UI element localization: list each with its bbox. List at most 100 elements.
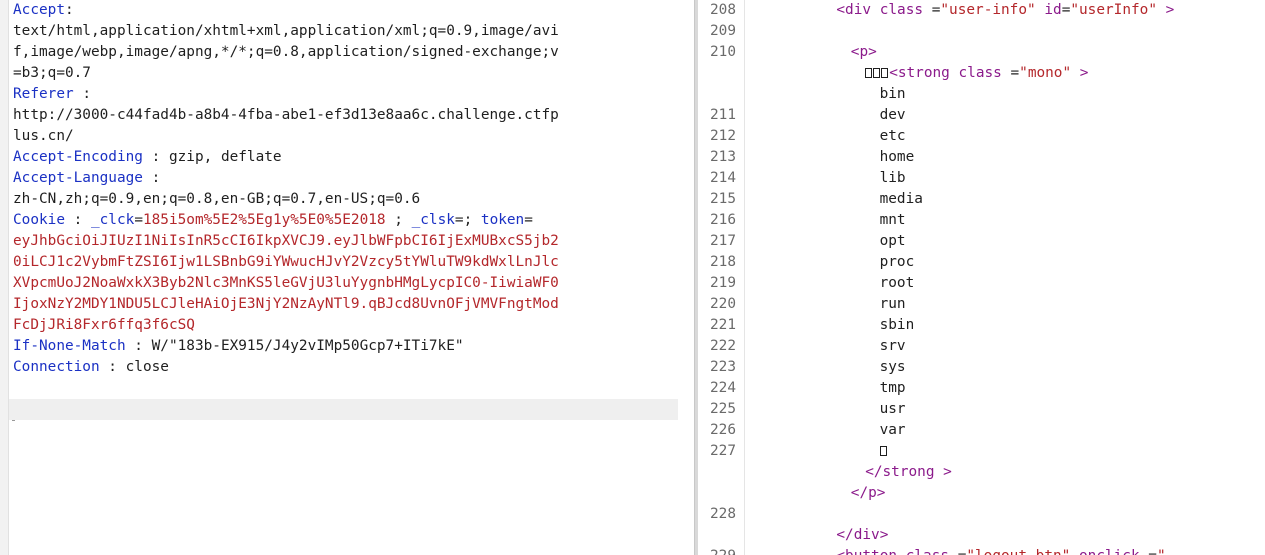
attr-name: class [879, 2, 924, 18]
line-number: 228 [710, 506, 736, 522]
line-number: 218 [710, 254, 736, 270]
code-line: <p> [851, 42, 877, 63]
text-cursor [12, 420, 15, 421]
request-line: eyJhbGciOiJIUzI1NiIsInR5cCI6IkpXVCJ9.eyJ… [13, 231, 683, 252]
code-text: mnt [879, 212, 906, 228]
attr-value: "user-info" [940, 2, 1036, 18]
code-line: usr [880, 399, 906, 420]
request-editor-pane[interactable]: Accept: text/html,application/xhtml+xml,a… [0, 0, 694, 555]
header-text: f,image/webp,image/apng,*/*;q=0.8,applic… [13, 44, 559, 60]
code-text: proc [879, 254, 915, 270]
request-line: If-None-Match : W/"183b-EX915/J4y2vIMp50… [13, 336, 683, 357]
attr-name: class [958, 65, 1002, 81]
current-line-highlight [9, 399, 678, 420]
line-number: 225 [710, 401, 736, 417]
header-text: =; [454, 212, 481, 228]
header-text: lus.cn/ [13, 128, 74, 144]
code-line: <div class ="user-info" id="userInfo" > [836, 0, 1174, 21]
line-number: 226 [710, 422, 736, 438]
cookie-value: eyJhbGciOiJIUzI1NiIsInR5cCI6IkpXVCJ9.eyJ… [13, 233, 559, 249]
code-line: root [880, 273, 915, 294]
code-text: dev [879, 107, 906, 123]
code-line: home [880, 147, 915, 168]
line-number: 222 [710, 338, 736, 354]
request-line: Referer : [13, 84, 683, 105]
line-number: 211 [710, 107, 736, 123]
code-text: run [879, 296, 906, 312]
request-line: Accept-Encoding : gzip, deflate [13, 147, 683, 168]
request-text[interactable]: Accept: text/html,application/xhtml+xml,a… [13, 0, 683, 378]
line-number: 220 [710, 296, 736, 312]
html-tag: <div [836, 2, 880, 18]
cookie-name: _clck [90, 212, 135, 228]
request-line: http://3000-c44fad4b-a8b4-4fba-abe1-ef3d… [13, 105, 683, 126]
request-line: Accept-Language : [13, 168, 683, 189]
cookie-value: FcDjJRi8Fxr6ffq3f6cSQ [13, 317, 195, 333]
unprintable-char-box [879, 446, 887, 456]
header-text: zh-CN,zh;q=0.9,en;q=0.8,en-GB;q=0.7,en-U… [13, 191, 421, 207]
code-line: etc [880, 126, 906, 147]
request-line: =b3;q=0.7 [13, 63, 683, 84]
code-line: sbin [880, 315, 915, 336]
code-line: mnt [880, 210, 906, 231]
code-text: etc [879, 128, 906, 144]
code-line: lib [880, 168, 906, 189]
header-name: Referer [13, 86, 74, 102]
response-editor-pane[interactable]: 208 209 210 211 212 213 214 215 216 217 218 219 220 2… [698, 0, 1265, 555]
code-text: = [1001, 65, 1020, 81]
header-text: = [134, 212, 143, 228]
cookie-name: _clsk [411, 212, 455, 228]
code-line: <strong class ="mono" > [865, 63, 1088, 84]
line-number: 229 [698, 546, 736, 555]
line-number: 223 [710, 359, 736, 375]
header-text: : gzip, deflate [142, 149, 282, 165]
html-tag: <p> [850, 44, 877, 60]
header-text: : close [99, 359, 169, 375]
line-number: 215 [710, 191, 736, 207]
code-line: opt [880, 231, 906, 252]
code-text: lib [879, 170, 906, 186]
line-number: 224 [710, 380, 736, 396]
code-line: </p> [851, 483, 886, 504]
header-name: Cookie [13, 212, 65, 228]
unprintable-char-box [865, 68, 873, 78]
code-line: var [880, 420, 906, 441]
code-line: bin [880, 84, 906, 105]
header-text: text/html,application/xhtml+xml,applicat… [13, 23, 559, 39]
code-text: srv [879, 338, 906, 354]
line-number: 216 [710, 212, 736, 228]
html-tag: > [1071, 65, 1089, 81]
line-number: 221 [710, 317, 736, 333]
header-text: : [64, 212, 91, 228]
request-line: lus.cn/ [13, 126, 683, 147]
cookie-name: token [480, 212, 525, 228]
line-number: 214 [710, 170, 736, 186]
code-text: home [879, 149, 915, 165]
line-number: 217 [710, 233, 736, 249]
line-number: 212 [710, 128, 736, 144]
html-tag: </p> [850, 485, 886, 501]
code-text: = [1140, 548, 1157, 555]
header-name: Accept [13, 2, 65, 18]
header-text: =b3;q=0.7 [13, 65, 91, 81]
code-line: proc [880, 252, 915, 273]
code-text: media [879, 191, 923, 207]
code-text: root [879, 275, 915, 291]
header-name: Connection [13, 359, 100, 375]
line-number: 227 [710, 443, 736, 459]
request-line: FcDjJRi8Fxr6ffq3f6cSQ [13, 315, 683, 336]
request-line: 0iLCJ1c2VybmFtZSI6Ijw1LSBnbG9iYWwucHJvY2… [13, 252, 683, 273]
cookie-value: 0iLCJ1c2VybmFtZSI6Ijw1LSBnbG9iYWwucHJvY2… [13, 254, 559, 270]
header-text: = [524, 212, 533, 228]
code-text: = [923, 2, 941, 18]
header-text: : W/"183b-EX915/J4y2vIMp50Gcp7+ITi7kE" [125, 338, 464, 354]
attr-name: onclick [1070, 548, 1140, 555]
html-tag: <button [836, 548, 905, 555]
header-text: : [142, 170, 161, 186]
code-text: sys [879, 359, 906, 375]
request-line: Connection : close [13, 357, 683, 378]
attr-value: " [1157, 548, 1166, 555]
code-line [879, 441, 888, 462]
request-line: Accept: [13, 0, 683, 21]
code-text: opt [879, 233, 906, 249]
